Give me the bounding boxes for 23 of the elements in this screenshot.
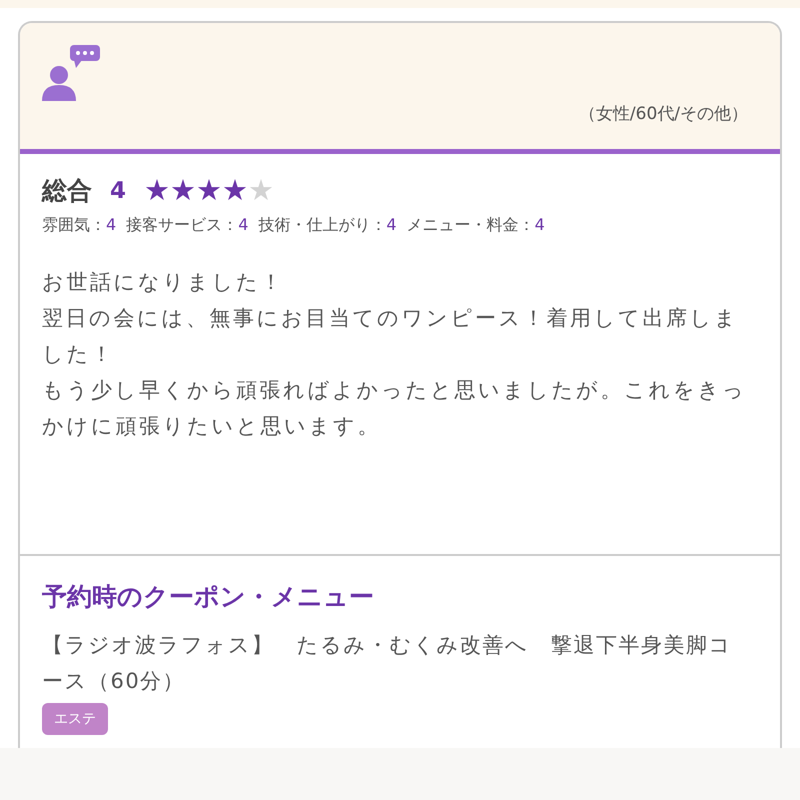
review-text: お世話になりました！ bbox=[42, 269, 285, 296]
rating-value: 4 bbox=[238, 215, 248, 234]
review-text: もう少し早くから頑張ればよかったと思いましたが。これをきっかけに頑張りたいと思います。 bbox=[42, 377, 747, 440]
rating-label: メニュー・料金： bbox=[406, 215, 535, 234]
rating-value: 4 bbox=[386, 215, 397, 234]
star-icon: ★ bbox=[170, 176, 196, 205]
star-icon: ★ bbox=[144, 176, 170, 205]
star-icon: ★ bbox=[248, 176, 274, 205]
star-icon: ★ bbox=[222, 176, 248, 205]
rating-value: 4 bbox=[534, 215, 545, 234]
rating-label: 技術・仕上がり： bbox=[258, 215, 386, 234]
overall-label: 総合 bbox=[42, 175, 92, 207]
rating-value: 4 bbox=[106, 215, 116, 234]
reviewer-profile: （女性/60代/その他） bbox=[578, 103, 748, 125]
coupon-heading: 予約時のクーポン・メニュー bbox=[42, 581, 375, 613]
star-icon: ★ bbox=[196, 176, 222, 205]
overall-score: 4 bbox=[110, 178, 126, 204]
category-tag: エステ bbox=[42, 703, 108, 735]
coupon-name: 【ラジオ波ラフォス】 たるみ・むくみ改善へ 撃退下半身美脚コース（60分） bbox=[42, 632, 733, 695]
rating-label: 雰囲気： bbox=[42, 215, 106, 234]
reviewer-speech-icon bbox=[40, 43, 102, 103]
rating-label: 接客サービス： bbox=[126, 215, 238, 234]
review-text: 翌日の会には、無事にお目当てのワンピース！着用して出席しました！ bbox=[42, 305, 740, 368]
